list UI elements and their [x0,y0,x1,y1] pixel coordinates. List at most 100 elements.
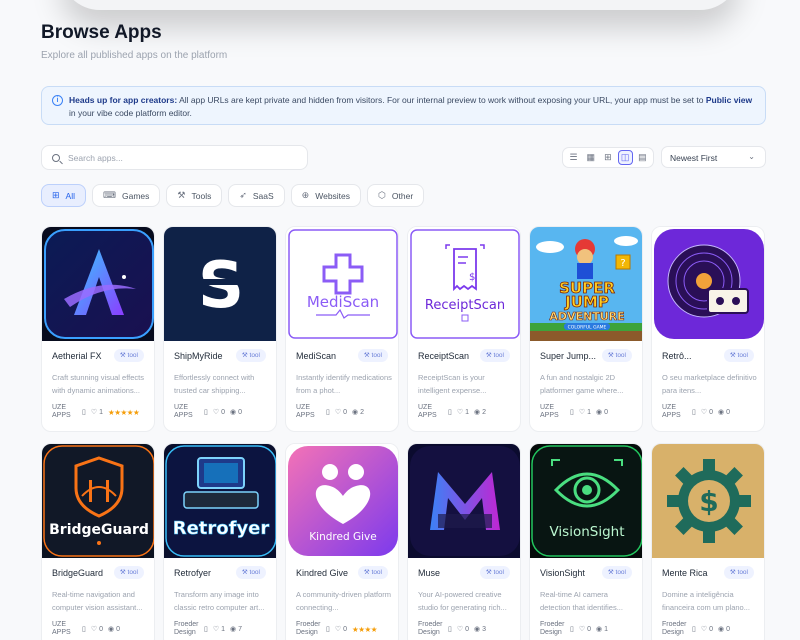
app-card[interactable]: $ Mente Rica ⚒ tool Domine a inteligência f… [651,443,765,640]
app-author[interactable]: UZE APPS [296,404,326,420]
filter-saas[interactable]: ➶ SaaS [228,184,285,207]
wrench-icon: ⚒ [363,352,372,359]
app-author[interactable]: UZE APPS [52,404,82,420]
filter-other[interactable]: ⬡ Other [367,184,425,207]
list-icon[interactable]: ☰ [566,150,581,165]
like-stat[interactable]: ♡ 0 [213,408,225,417]
app-card[interactable]: Kindred Give Kindred Give ⚒ tool A communit… [285,443,399,640]
view-stat: ◉ 2 [474,408,486,417]
svg-text:COLORFUL GAME: COLORFUL GAME [568,325,607,331]
app-author[interactable]: UZE APPS [662,404,692,420]
app-author[interactable]: UZE APPS [540,404,570,420]
app-author[interactable]: Froeder Design [174,621,204,637]
app-author[interactable]: Froeder Design [540,621,570,637]
bookmark-icon[interactable]: ▯ [692,408,696,416]
filter-games[interactable]: ⌨ Games [92,184,161,207]
app-card[interactable]: Aetherial FX ⚒ tool Craft stunning visual … [41,226,155,432]
like-stat[interactable]: ♡ 1 [91,408,103,417]
svg-text:?: ? [620,258,625,269]
app-card[interactable]: Retrô... ⚒ tool O seu marketplace definiti… [651,226,765,432]
search-input[interactable]: Search apps... [41,145,308,170]
bookmark-icon[interactable]: ▯ [692,625,696,633]
app-thumbnail[interactable]: S [164,227,276,341]
app-card[interactable]: BridgeGuard BridgeGuard ⚒ tool Real-time na… [41,443,155,640]
app-author[interactable]: Froeder Design [296,621,326,637]
app-name[interactable]: Super Jump... [540,351,606,361]
columns-icon[interactable]: ◫ [617,150,633,165]
filter-websites[interactable]: ⊕ Websites [290,184,362,207]
like-stat[interactable]: ♡ 1 [579,408,591,417]
bookmark-icon[interactable]: ▯ [204,408,208,416]
app-name[interactable]: BridgeGuard [52,568,118,578]
like-stat[interactable]: ♡ 1 [457,408,469,417]
film-icon[interactable]: ▤ [635,150,650,165]
sort-select[interactable]: Newest First ⌄ [661,146,766,168]
wrench-icon: ⚒ [363,569,372,576]
bookmark-icon[interactable]: ▯ [326,408,330,416]
heart-icon: ♡ [700,626,708,633]
app-name[interactable]: Aetherial FX [52,351,118,361]
like-stat[interactable]: ♡ 1 [213,625,225,634]
app-name[interactable]: Retrô... [662,351,728,361]
svg-text:$: $ [699,485,718,518]
like-stat[interactable]: ♡ 0 [579,625,591,634]
bookmark-icon[interactable]: ▯ [570,625,574,633]
bookmark-icon[interactable]: ▯ [204,625,208,633]
app-thumbnail[interactable]: BridgeGuard [42,444,154,558]
app-name[interactable]: Retrofyer [174,568,240,578]
app-thumbnail[interactable]: ? SUPER JUMP ADVENTURE COLORFUL GAME [530,227,642,341]
public-view-link[interactable]: Public view [706,95,752,105]
app-name[interactable]: Muse [418,568,484,578]
app-thumbnail[interactable]: Kindred Give [286,444,398,558]
app-thumbnail[interactable] [42,227,154,341]
category-tag: ⚒ tool [723,566,754,579]
app-author[interactable]: UZE APPS [418,404,448,420]
bookmark-icon[interactable]: ▯ [448,408,452,416]
app-name[interactable]: MediScan [296,351,362,361]
bookmark-icon[interactable]: ▯ [570,408,574,416]
mente-rica-logo-image: $ [652,444,764,558]
app-description: A fun and nostalgic 2D platformer game w… [540,373,624,395]
app-card[interactable]: $ ReceiptScan ReceiptScan ⚒ tool ReceiptScan… [407,226,521,432]
wrench-icon: ⚒ [607,569,616,576]
app-name[interactable]: Kindred Give [296,568,362,578]
filter-all[interactable]: ⊞ All [41,184,86,207]
app-card[interactable]: MediScan MediScan ⚒ tool Instantly identify… [285,226,399,432]
app-author[interactable]: Froeder Design [662,621,692,637]
bookmark-icon[interactable]: ▯ [326,625,330,633]
filter-tools[interactable]: ⚒ Tools [166,184,223,207]
svg-text:S: S [198,249,244,323]
app-card[interactable]: ? SUPER JUMP ADVENTURE COLORFUL GAME Super Ju… [529,226,643,432]
app-thumbnail[interactable]: $ ReceiptScan [408,227,520,341]
like-stat[interactable]: ♡ 0 [701,408,713,417]
like-stat[interactable]: ♡ 0 [457,625,469,634]
like-stat[interactable]: ♡ 0 [335,625,347,634]
app-thumbnail[interactable]: $ [652,444,764,558]
bookmark-icon[interactable]: ▯ [82,625,86,633]
app-thumbnail[interactable]: MediScan [286,227,398,341]
like-stat[interactable]: ♡ 0 [91,625,103,634]
app-card[interactable]: VisionSight VisionSight ⚒ tool Real-time AI… [529,443,643,640]
app-card[interactable]: Retrofyer Retrofyer ⚒ tool Transform any im… [163,443,277,640]
app-description: Real-time navigation and computer vision… [52,590,143,612]
app-name[interactable]: ReceiptScan [418,351,484,361]
app-name[interactable]: VisionSight [540,568,606,578]
app-name[interactable]: Mente Rica [662,568,728,578]
like-stat[interactable]: ♡ 0 [335,408,347,417]
like-stat[interactable]: ♡ 0 [700,625,713,634]
category-tag: ⚒ tool [479,566,510,579]
app-card[interactable]: Muse ⚒ tool Your AI-powered creative studi… [407,443,521,640]
app-card[interactable]: S ShipMyRide ⚒ tool Effortlessly connect wi… [163,226,277,432]
app-author[interactable]: Froeder Design [418,621,448,637]
bookmark-icon[interactable]: ▯ [448,625,452,633]
bookmark-icon[interactable]: ▯ [82,408,86,416]
app-author[interactable]: UZE APPS [52,621,82,637]
app-thumbnail[interactable]: Retrofyer [164,444,276,558]
app-thumbnail[interactable] [408,444,520,558]
app-thumbnail[interactable]: VisionSight [530,444,642,558]
app-name[interactable]: ShipMyRide [174,351,240,361]
app-author[interactable]: UZE APPS [174,404,204,420]
grid-small-icon[interactable]: ▦ [583,150,598,165]
app-thumbnail[interactable] [652,227,764,341]
grid-icon[interactable]: ⊞ [600,150,615,165]
